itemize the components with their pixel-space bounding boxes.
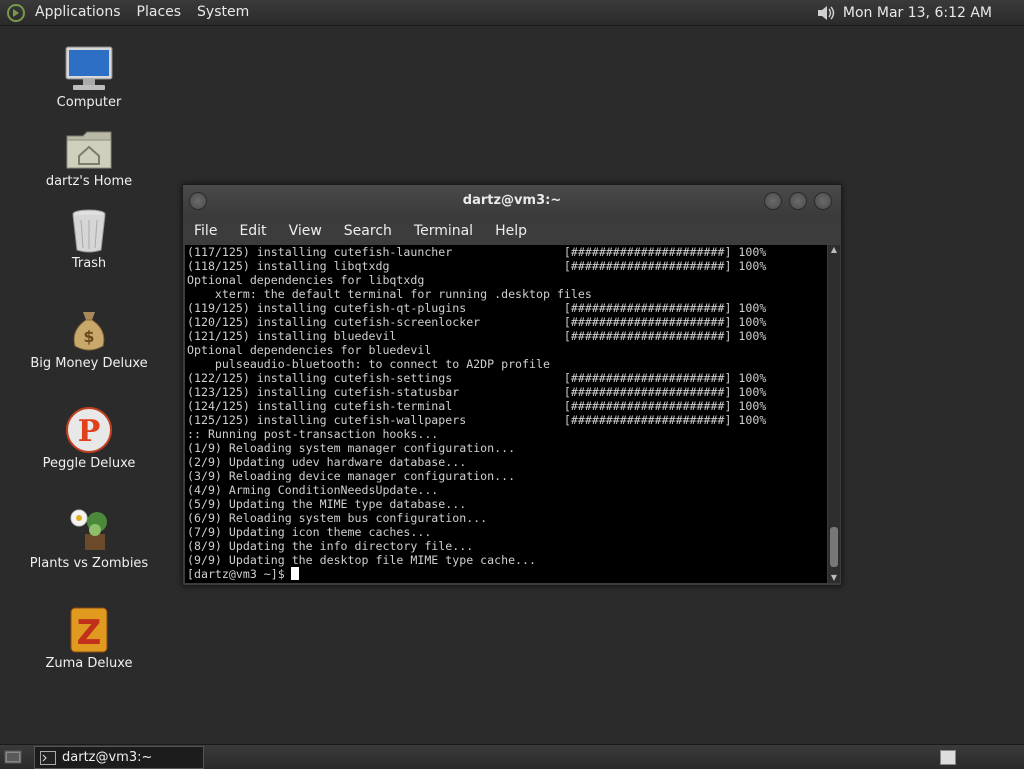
terminal-line: (7/9) Updating icon theme caches... [187,525,432,539]
terminal-line: (9/9) Updating the desktop file MIME typ… [187,553,537,567]
terminal-line: (121/125) installing bluedevil [########… [187,329,767,343]
terminal-line: Optional dependencies for libqtxdg [187,273,425,287]
terminal-output[interactable]: (117/125) installing cutefish-launcher [… [185,245,827,583]
desktop-icon-label: Zuma Deluxe [45,656,133,671]
window-title: dartz@vm3:~ [462,193,562,208]
maximize-icon[interactable] [789,192,807,210]
svg-text:P: P [78,414,101,449]
window-titlebar[interactable]: dartz@vm3:~ [183,185,841,217]
workspace-switcher[interactable] [940,750,956,765]
taskbar-item-terminal[interactable]: dartz@vm3:~ [34,746,204,769]
peggle-icon: P [66,407,112,453]
terminal-line: (8/9) Updating the info directory file..… [187,539,474,553]
terminal-line: (6/9) Reloading system bus configuration… [187,511,488,525]
terminal-line: (2/9) Updating udev hardware database... [187,455,467,469]
desktop-icon-label: Big Money Deluxe [30,356,148,371]
desktop-icon-zuma[interactable]: Z Zuma Deluxe [14,606,164,671]
terminal-line: (117/125) installing cutefish-launcher [… [187,245,767,259]
terminal-line: (1/9) Reloading system manager configura… [187,441,516,455]
menu-help[interactable]: Help [484,223,538,239]
minimize-icon[interactable] [764,192,782,210]
terminal-line: (118/125) installing libqtxdg [#########… [187,259,767,273]
menu-file[interactable]: File [183,223,228,239]
top-panel-tray: Mon Mar 13, 6:12 AM [815,0,1024,25]
desktop-icon-trash[interactable]: Trash [14,208,164,271]
bottom-panel: dartz@vm3:~ [0,744,1024,769]
terminal-line: Optional dependencies for bluedevil [187,343,432,357]
desktop-icon-label: Plants vs Zombies [29,556,149,571]
terminal-prompt: [dartz@vm3 ~]$ [187,567,285,581]
terminal-cursor [290,567,299,580]
terminal-line: :: Running post-transaction hooks... [187,427,439,441]
clock[interactable]: Mon Mar 13, 6:12 AM [837,5,1024,21]
zuma-icon: Z [70,607,108,653]
desktop-icon-home[interactable]: dartz's Home [14,128,164,189]
desktop-icon-big-money[interactable]: $ Big Money Deluxe [14,308,164,371]
places-menu[interactable]: Places [129,0,190,25]
scroll-down-icon[interactable]: ▼ [828,573,840,583]
desktop-icon-computer[interactable]: Computer [14,45,164,110]
top-panel: Applications Places System Mon Mar 13, 6… [0,0,1024,26]
scrollbar-thumb[interactable] [830,527,838,567]
menu-search[interactable]: Search [333,223,403,239]
computer-icon [65,46,113,90]
volume-icon[interactable] [815,3,837,23]
terminal-line: (123/125) installing cutefish-statusbar … [187,385,767,399]
close-icon[interactable] [814,192,832,210]
distro-logo-icon[interactable] [7,3,25,22]
terminal-line: (3/9) Reloading device manager configura… [187,469,516,483]
show-desktop-icon[interactable] [4,749,22,765]
money-bag-icon: $ [73,312,105,351]
menu-edit[interactable]: Edit [228,223,277,239]
terminal-menubar: File Edit View Search Terminal Help [183,217,841,245]
taskbar-item-label: dartz@vm3:~ [62,750,153,765]
system-menu[interactable]: System [189,0,257,25]
terminal-line: (125/125) installing cutefish-wallpapers… [187,413,767,427]
terminal-line: (124/125) installing cutefish-terminal [… [187,399,767,413]
terminal-line: (4/9) Arming ConditionNeedsUpdate... [187,483,439,497]
terminal-line: xterm: the default terminal for running … [214,287,592,301]
terminal-line: (119/125) installing cutefish-qt-plugins… [187,301,767,315]
terminal-window[interactable]: dartz@vm3:~ File Edit View Search Termin… [182,184,842,586]
terminal-text: (117/125) installing cutefish-launcher [… [185,245,827,581]
menu-terminal[interactable]: Terminal [403,223,484,239]
desktop-icon-label: Trash [71,256,107,271]
menu-view[interactable]: View [278,223,333,239]
terminal-line: pulseaudio-bluetooth: to connect to A2DP… [214,357,550,371]
svg-text:Z: Z [77,613,102,653]
trash-icon [72,209,106,253]
applications-menu[interactable]: Applications [27,0,129,25]
desktop-icon-label: Peggle Deluxe [42,456,136,471]
terminal-icon [40,750,56,765]
desktop-icon-peggle[interactable]: P Peggle Deluxe [14,406,164,471]
desktop-icon-plants-vs-zombies[interactable]: Plants vs Zombies [14,506,164,571]
terminal-line: (122/125) installing cutefish-settings [… [187,371,767,385]
svg-text:$: $ [83,327,94,346]
terminal-scrollbar[interactable]: ▲ ▼ [828,245,840,583]
scroll-up-icon[interactable]: ▲ [828,245,840,255]
terminal-line: (120/125) installing cutefish-screenlock… [187,315,767,329]
plants-vs-zombies-icon [70,509,107,550]
home-folder-icon [66,131,112,169]
terminal-line: (5/9) Updating the MIME type database... [187,497,467,511]
desktop-icon-label: dartz's Home [45,174,133,189]
desktop-icon-label: Computer [56,95,122,110]
